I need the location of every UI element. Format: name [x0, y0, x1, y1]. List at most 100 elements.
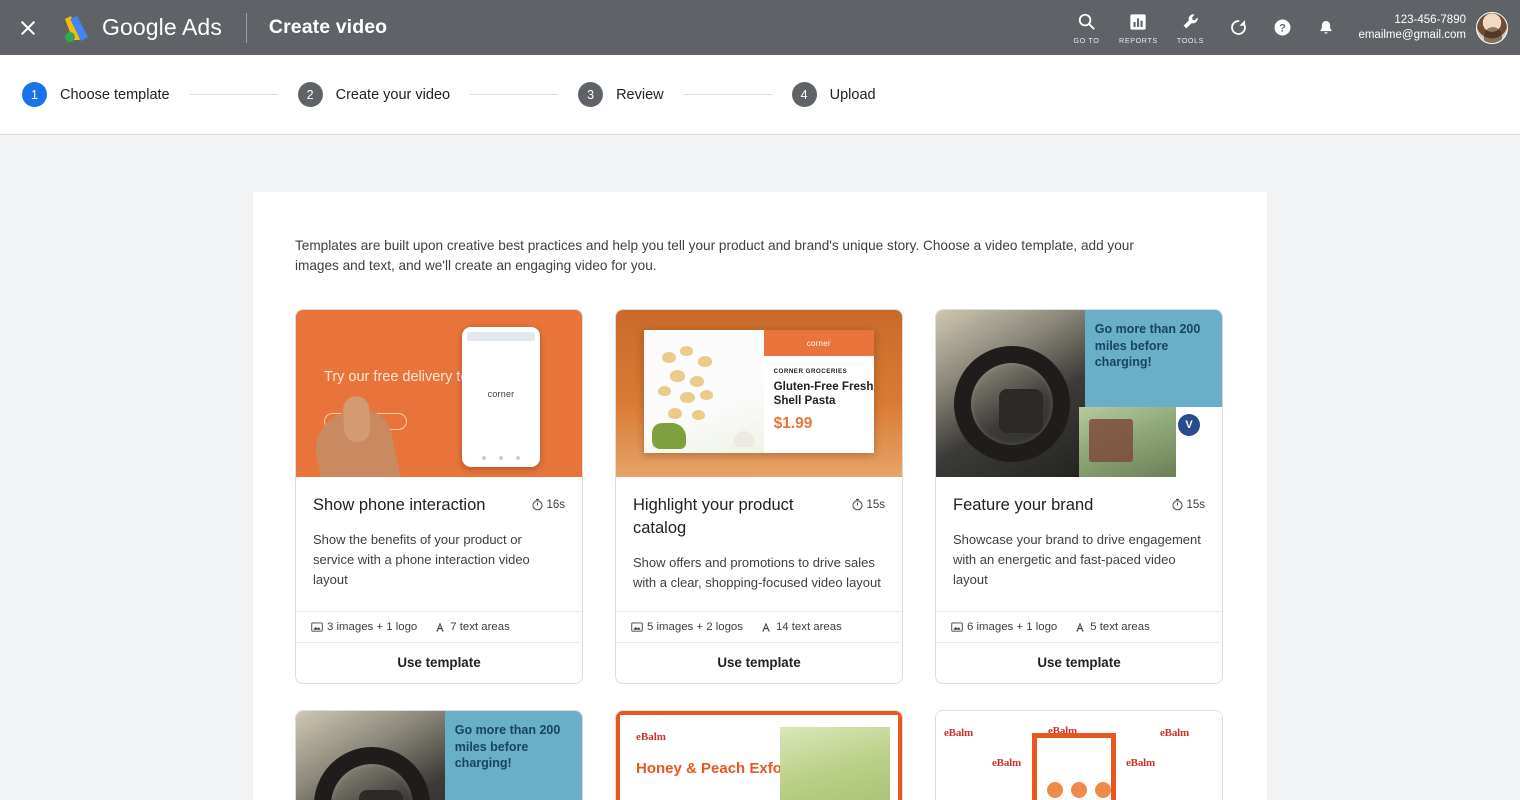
template-thumbnail: Go more than 200 miles before charging!: [296, 711, 582, 800]
card-description: Show offers and promotions to drive sale…: [633, 553, 885, 611]
duration-label: 16s: [546, 499, 565, 511]
step-create-your-video[interactable]: 2 Create your video: [298, 82, 450, 107]
ebalm-logo: eBalm: [1126, 757, 1155, 769]
timer-icon: [851, 498, 864, 511]
catalog-eyebrow: CORNER GROCERIES: [774, 368, 874, 375]
intro-text: Templates are built upon creative best p…: [295, 236, 1175, 276]
help-button[interactable]: ?: [1260, 0, 1304, 55]
card-body: Show phone interaction 16s: [296, 477, 582, 611]
reports-button[interactable]: REPORTS: [1112, 0, 1164, 55]
step-label-1: Choose template: [60, 87, 170, 103]
page-title: Create video: [269, 16, 387, 39]
text-areas-icon: [1074, 621, 1086, 633]
card-duration: 16s: [531, 494, 565, 511]
step-label-3: Review: [616, 87, 664, 103]
notifications-button[interactable]: [1304, 0, 1348, 55]
ebalm-logo: eBalm: [944, 727, 973, 739]
tools-button[interactable]: TOOLS: [1164, 0, 1216, 55]
card-description: Showcase your brand to drive engagement …: [953, 530, 1205, 608]
brand-name: Google Ads: [102, 14, 222, 41]
ebalm-logo: eBalm: [636, 731, 666, 743]
thumb-banner: Go more than 200 miles before charging!: [1085, 310, 1222, 407]
template-card-highlight-your-product-catalog[interactable]: corner CORNER GROCERIES Gluten-Free Fres…: [615, 309, 903, 684]
close-icon: [19, 19, 37, 37]
go-to-label: GO TO: [1074, 36, 1100, 45]
step-label-4: Upload: [830, 87, 876, 103]
step-choose-template[interactable]: 1 Choose template: [22, 82, 170, 107]
card-title: Show phone interaction: [313, 494, 485, 517]
car-interior-photo: [936, 310, 1085, 477]
template-card-row2-2[interactable]: eBalm Honey & Peach Exfoliating: [615, 710, 903, 800]
text-areas-icon: [434, 621, 446, 633]
bell-icon: [1317, 19, 1335, 37]
card-asset-meta: 5 images + 2 logos 14 text areas: [616, 611, 902, 642]
step-number-1: 1: [22, 82, 47, 107]
step-upload[interactable]: 4 Upload: [792, 82, 876, 107]
images-meta: 3 images + 1 logo: [311, 621, 417, 633]
top-header-bar: Google Ads Create video GO TO: [0, 0, 1520, 55]
use-template-button[interactable]: Use template: [936, 642, 1222, 683]
refresh-button[interactable]: [1216, 0, 1260, 55]
ebalm-logo: eBalm: [992, 757, 1021, 769]
card-header: Highlight your product catalog 15s: [633, 494, 885, 540]
brand-block: Google Ads: [60, 13, 222, 43]
card-asset-meta: 6 images + 1 logo 5 text areas: [936, 611, 1222, 642]
card-body: Highlight your product catalog 15s: [616, 477, 902, 611]
template-thumbnail: eBalm eBalm eBalm eBalm eBalm: [936, 711, 1222, 800]
google-ads-logo-icon: [60, 13, 92, 43]
step-connector-3: [684, 94, 772, 95]
card-asset-meta: 3 images + 1 logo 7 text areas: [296, 611, 582, 642]
template-card-row2-3[interactable]: eBalm eBalm eBalm eBalm eBalm: [935, 710, 1223, 800]
card-description: Show the benefits of your product or ser…: [313, 530, 565, 608]
steering-wheel-illustration: [314, 747, 430, 800]
help-icon: ?: [1273, 18, 1292, 37]
account-info[interactable]: 123-456-7890 emailme@gmail.com: [1358, 13, 1466, 43]
steering-wheel-illustration: [954, 346, 1070, 462]
product-photo: [780, 727, 890, 800]
use-template-button[interactable]: Use template: [616, 642, 902, 683]
go-to-button[interactable]: GO TO: [1060, 0, 1112, 55]
step-review[interactable]: 3 Review: [578, 82, 664, 107]
close-button[interactable]: [0, 0, 56, 55]
template-thumbnail: eBalm Honey & Peach Exfoliating: [616, 711, 902, 800]
template-card-row2-1[interactable]: Go more than 200 miles before charging!: [295, 710, 583, 800]
thumb-banner: Go more than 200 miles before charging!: [445, 711, 582, 800]
timer-icon: [531, 498, 544, 511]
card-body: Feature your brand 15s: [936, 477, 1222, 611]
template-card-feature-your-brand[interactable]: Go more than 200 miles before charging! …: [935, 309, 1223, 684]
card-title: Highlight your product catalog: [633, 494, 843, 540]
step-number-3: 3: [578, 82, 603, 107]
svg-text:?: ?: [1279, 23, 1286, 35]
templates-panel: Templates are built upon creative best p…: [253, 192, 1267, 800]
use-template-button[interactable]: Use template: [296, 642, 582, 683]
thumb-headline: Go more than 200 miles before charging!: [455, 722, 572, 772]
template-card-show-phone-interaction[interactable]: Try our free delivery today corner Show …: [295, 309, 583, 684]
content-stage: Templates are built upon creative best p…: [0, 135, 1520, 800]
text-meta-label: 14 text areas: [776, 621, 842, 633]
wrench-icon: [1181, 11, 1200, 33]
text-meta-label: 5 text areas: [1090, 621, 1150, 633]
catalog-info: corner CORNER GROCERIES Gluten-Free Fres…: [764, 330, 874, 453]
images-meta: 6 images + 1 logo: [951, 621, 1057, 633]
secondary-photo: [1079, 407, 1176, 477]
card-duration: 15s: [1171, 494, 1205, 511]
phone-status-bar: [467, 332, 535, 341]
mushroom-illustration: [734, 431, 754, 447]
car-interior-photo: [296, 711, 445, 800]
text-meta: 14 text areas: [760, 621, 842, 633]
catalog-frame: corner CORNER GROCERIES Gluten-Free Fres…: [644, 330, 874, 453]
template-thumbnail: Go more than 200 miles before charging! …: [936, 310, 1222, 477]
image-icon: [631, 621, 643, 633]
reports-label: REPORTS: [1119, 36, 1158, 45]
product-frame: [1032, 733, 1116, 800]
brand-badge-icon: V: [1178, 414, 1200, 436]
image-icon: [311, 621, 323, 633]
refresh-icon: [1229, 18, 1248, 37]
card-title: Feature your brand: [953, 494, 1093, 517]
avatar[interactable]: [1476, 12, 1508, 44]
text-areas-icon: [760, 621, 772, 633]
images-meta-label: 5 images + 2 logos: [647, 621, 743, 633]
step-connector-1: [190, 94, 278, 95]
step-connector-2: [470, 94, 558, 95]
reports-icon: [1129, 11, 1147, 33]
